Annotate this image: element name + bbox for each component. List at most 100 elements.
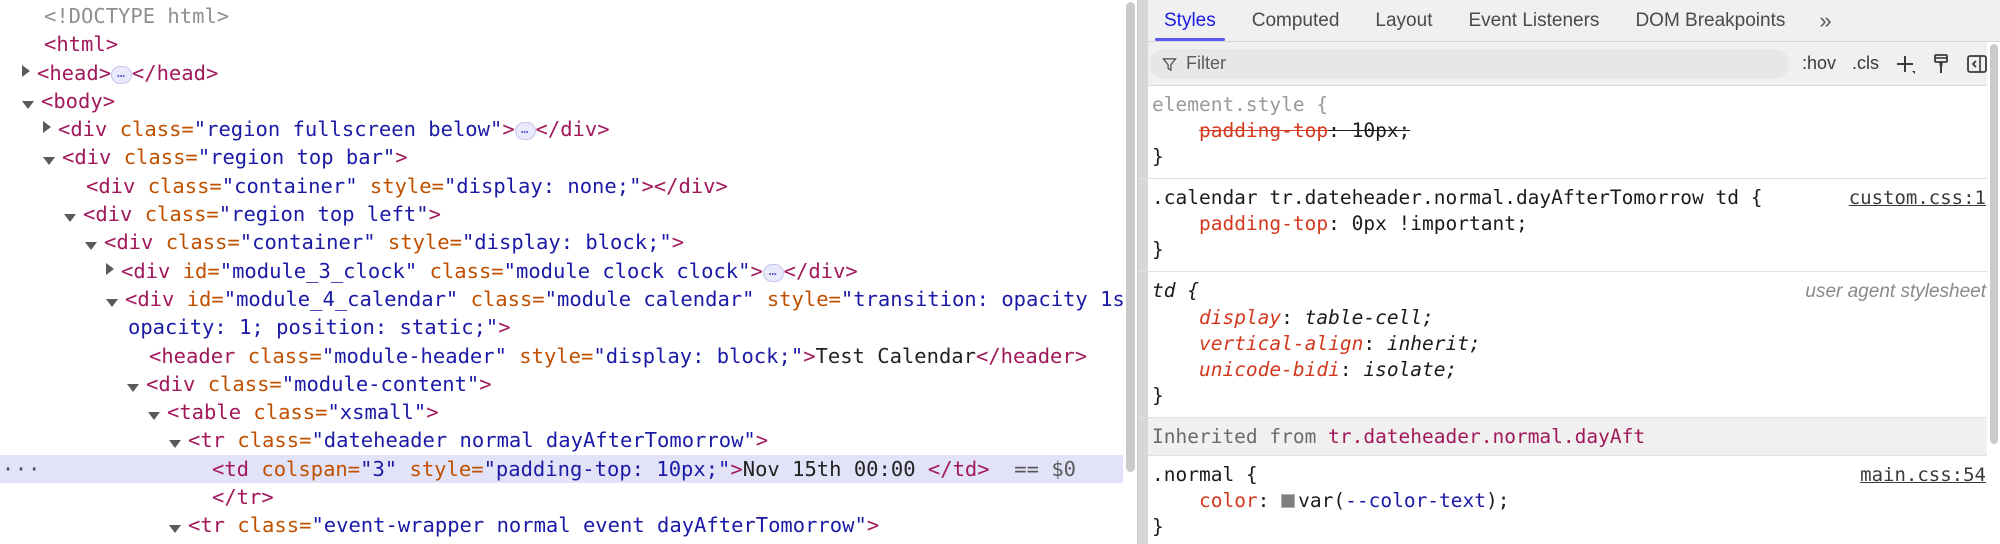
markup-token-attr: class= <box>145 202 219 226</box>
markup-token-doctype: <!DOCTYPE html> <box>44 4 229 28</box>
dom-tree-panel[interactable]: <!DOCTYPE html><html><head>…</head><body… <box>0 0 1137 544</box>
expand-triangle-icon[interactable] <box>43 121 51 133</box>
collapsed-children-icon[interactable]: … <box>111 66 132 84</box>
css-selector[interactable]: td { <box>1152 278 1199 304</box>
collapse-triangle-icon[interactable] <box>148 412 160 420</box>
tab-event-listeners[interactable]: Event Listeners <box>1450 0 1617 41</box>
styles-tabbar[interactable]: StylesComputedLayoutEvent ListenersDOM B… <box>1138 0 2000 42</box>
plus-icon[interactable] <box>1892 51 1918 77</box>
node-overflow-dots-icon[interactable]: ··· <box>2 455 41 483</box>
dom-node-row[interactable]: <div class="container" style="display: b… <box>0 228 1137 256</box>
css-value[interactable]: 10px; <box>1352 119 1411 142</box>
dom-node-row[interactable]: <table class="xsmall"> <box>0 398 1137 426</box>
css-value[interactable]: inherit; <box>1387 332 1481 355</box>
dom-node-row[interactable]: <div class="region top left"> <box>0 200 1137 228</box>
markup-token-tag: <div <box>58 117 120 141</box>
dom-node-row[interactable]: <body> <box>0 87 1137 115</box>
css-value-prefix[interactable]: var( <box>1298 489 1345 512</box>
dom-tree-scrollbar-thumb[interactable] <box>1126 2 1135 472</box>
dom-node-row[interactable]: <div class="region fullscreen below">…</… <box>0 115 1137 143</box>
styles-filter-toolbar[interactable]: Filter :hov .cls <box>1138 42 2000 86</box>
tab-layout[interactable]: Layout <box>1357 0 1450 41</box>
collapse-triangle-icon[interactable] <box>169 440 181 448</box>
css-declaration[interactable]: display: table-cell; <box>1138 305 2000 331</box>
css-property[interactable]: vertical-align <box>1199 332 1363 355</box>
paintbrush-icon[interactable] <box>1928 51 1954 77</box>
inherited-from-text: Inherited from <box>1152 425 1328 448</box>
collapse-triangle-icon[interactable] <box>43 157 55 165</box>
dom-node-row[interactable]: <head>…</head> <box>0 59 1137 87</box>
dom-node-row[interactable]: </tr> <box>0 483 1137 511</box>
markup-token-attr: class= <box>166 230 240 254</box>
dom-node-row[interactable]: opacity: 1; position: static;"> <box>0 313 1137 341</box>
css-value[interactable]: table-cell; <box>1305 306 1434 329</box>
collapse-triangle-icon[interactable] <box>22 101 34 109</box>
collapse-triangle-icon[interactable] <box>85 242 97 250</box>
tab-computed[interactable]: Computed <box>1234 0 1358 41</box>
css-value-suffix[interactable]: ); <box>1486 489 1509 512</box>
dom-tree-scrollbar[interactable] <box>1123 0 1137 544</box>
hov-button[interactable]: :hov <box>1799 53 1839 74</box>
dom-node-row-selected[interactable]: ···<td colspan="3" style="padding-top: 1… <box>0 455 1137 483</box>
dom-node-row[interactable]: <html> <box>0 30 1137 58</box>
markup-token-attr: colspan= <box>261 457 360 481</box>
collapse-triangle-icon[interactable] <box>169 525 181 533</box>
cls-button[interactable]: .cls <box>1849 53 1882 74</box>
css-declaration[interactable]: padding-top: 10px; <box>1138 118 2000 144</box>
markup-token-attr: class= <box>237 513 311 537</box>
inherited-from-selector[interactable]: tr.dateheader.normal.dayAft <box>1328 425 1645 448</box>
filter-input[interactable]: Filter <box>1150 49 1789 79</box>
more-tabs-icon[interactable]: » <box>1803 0 1847 41</box>
css-declaration[interactable]: color: var(--color-text); <box>1138 488 2000 514</box>
styles-scrollbar[interactable] <box>1987 42 2000 544</box>
styles-scrollbar-thumb[interactable] <box>1990 44 1998 444</box>
dom-tree-rows[interactable]: <!DOCTYPE html><html><head>…</head><body… <box>0 2 1137 540</box>
dom-node-row[interactable]: <tr class="event-wrapper normal event da… <box>0 511 1137 539</box>
css-property[interactable]: padding-top <box>1199 212 1328 235</box>
decl-indent <box>1152 119 1199 142</box>
css-property[interactable]: color <box>1199 489 1258 512</box>
collapse-triangle-icon[interactable] <box>127 384 139 392</box>
css-value[interactable]: isolate; <box>1363 358 1457 381</box>
css-origin-link[interactable]: custom.css:1 <box>1849 185 1986 211</box>
dom-node-row[interactable]: <header class="module-header" style="dis… <box>0 342 1137 370</box>
devtools-window: <!DOCTYPE html><html><head>…</head><body… <box>0 0 2000 544</box>
css-property[interactable]: display <box>1199 306 1281 329</box>
dom-node-row[interactable]: <!DOCTYPE html> <box>0 2 1137 30</box>
css-property[interactable]: padding-top <box>1199 119 1328 142</box>
collapsed-children-icon[interactable]: … <box>763 264 784 282</box>
css-rule-close-brace: } <box>1138 237 2000 263</box>
css-declaration[interactable]: unicode-bidi: isolate; <box>1138 357 2000 383</box>
markup-token-tag: </div> <box>784 259 858 283</box>
css-origin-link[interactable]: main.css:54 <box>1860 462 1986 488</box>
css-value-variable[interactable]: --color-text <box>1345 489 1486 512</box>
dom-node-row[interactable]: <tr class="dateheader normal dayAfterTom… <box>0 426 1137 454</box>
styles-panel: StylesComputedLayoutEvent ListenersDOM B… <box>1138 0 2000 544</box>
tab-styles[interactable]: Styles <box>1146 0 1234 41</box>
dom-node-row[interactable]: <div id="module_4_calendar" class="modul… <box>0 285 1137 313</box>
css-property[interactable]: unicode-bidi <box>1199 358 1340 381</box>
collapsed-children-icon[interactable]: … <box>515 122 536 140</box>
css-declaration[interactable]: vertical-align: inherit; <box>1138 331 2000 357</box>
markup-token-val: "transition: opacity 1s; <box>841 287 1137 311</box>
css-value[interactable]: 0px !important; <box>1352 212 1528 235</box>
expand-triangle-icon[interactable] <box>106 263 114 275</box>
dom-node-markup: <header class="module-header" style="dis… <box>149 344 1087 368</box>
css-selector[interactable]: .calendar tr.dateheader.normal.dayAfterT… <box>1152 185 1762 211</box>
decl-colon: : <box>1328 212 1351 235</box>
css-selector[interactable]: .normal { <box>1152 462 1258 488</box>
dom-node-row[interactable]: <div class="container" style="display: n… <box>0 172 1137 200</box>
collapse-triangle-icon[interactable] <box>64 214 76 222</box>
css-declaration[interactable]: padding-top: 0px !important; <box>1138 211 2000 237</box>
tab-dom-breakpoints[interactable]: DOM Breakpoints <box>1617 0 1803 41</box>
css-rules-list[interactable]: element.style { padding-top: 10px;} .cale… <box>1138 86 2000 544</box>
markup-token-tag: > <box>479 372 491 396</box>
css-selector[interactable]: element.style { <box>1152 92 1328 118</box>
dom-node-row[interactable]: <div class="module-content"> <box>0 370 1137 398</box>
dom-node-row[interactable]: <div class="region top bar"> <box>0 143 1137 171</box>
expand-triangle-icon[interactable] <box>22 65 30 77</box>
decl-colon: : <box>1363 332 1386 355</box>
dom-node-row[interactable]: <div id="module_3_clock" class="module c… <box>0 257 1137 285</box>
color-swatch-icon[interactable] <box>1281 494 1295 508</box>
collapse-triangle-icon[interactable] <box>106 299 118 307</box>
